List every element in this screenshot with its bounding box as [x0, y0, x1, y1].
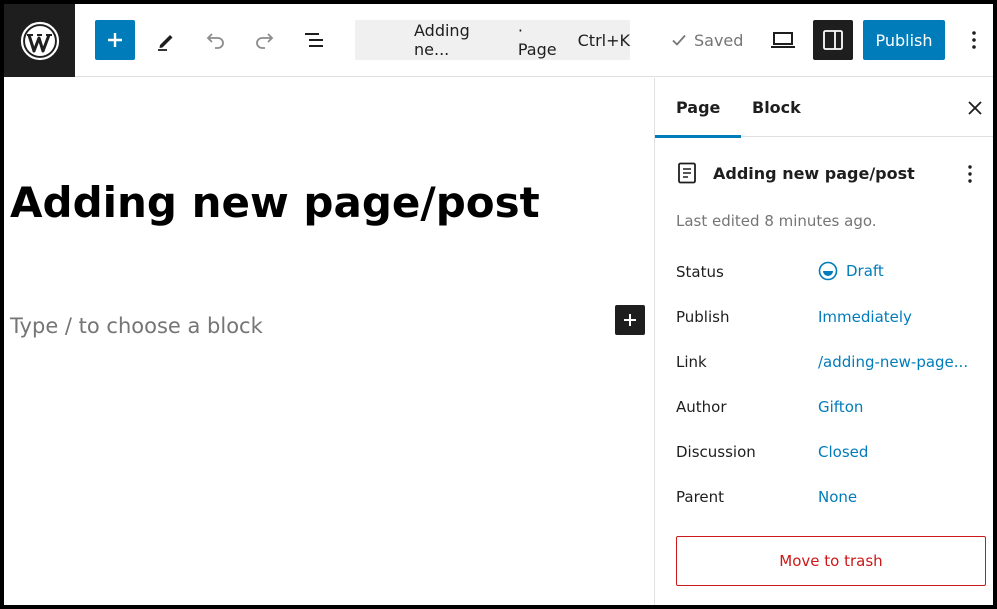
status-value[interactable]: Draft	[818, 261, 884, 281]
publish-value[interactable]: Immediately	[818, 308, 912, 326]
status-value-text: Draft	[846, 262, 884, 280]
summary-actions-button[interactable]	[960, 162, 980, 186]
desktop-icon	[771, 32, 795, 48]
document-title: Adding ne...	[414, 21, 470, 59]
inline-add-block-button[interactable]	[615, 305, 645, 335]
sidebar-tabs: Page Block	[654, 78, 993, 138]
page-icon	[678, 162, 696, 184]
editor-toolbar: Adding ne... · Page Ctrl+K Saved Publish	[4, 4, 993, 77]
move-to-trash-button[interactable]: Move to trash	[676, 536, 986, 586]
summary-title: Adding new page/post	[713, 163, 915, 183]
preview-button[interactable]	[765, 20, 801, 60]
last-edited-text: Last edited 8 minutes ago.	[676, 212, 877, 230]
document-type: · Page	[517, 21, 557, 59]
command-palette-bar[interactable]: Adding ne... · Page Ctrl+K	[355, 20, 630, 60]
editor-canvas: Adding new page/post Type / to choose a …	[4, 78, 654, 605]
close-icon	[968, 101, 982, 115]
post-title[interactable]: Adding new page/post	[10, 176, 540, 230]
author-label: Author	[676, 398, 727, 416]
pencil-icon	[158, 35, 173, 51]
check-icon	[672, 34, 686, 46]
saved-label: Saved	[694, 30, 744, 50]
list-view-icon	[305, 33, 323, 47]
undo-button[interactable]	[197, 20, 233, 60]
document-overview-button[interactable]	[297, 20, 333, 60]
author-value[interactable]: Gifton	[818, 398, 863, 416]
wordpress-logo-button[interactable]	[4, 4, 75, 77]
post-summary-header: Adding new page/post	[677, 162, 915, 184]
settings-sidebar: Page Block Adding new page/post Last edi…	[654, 78, 993, 605]
publish-label: Publish	[676, 308, 730, 326]
discussion-label: Discussion	[676, 443, 756, 461]
undo-icon	[206, 33, 224, 49]
status-label: Status	[676, 263, 724, 281]
shortcut-hint: Ctrl+K	[577, 30, 630, 50]
edit-tool-button[interactable]	[148, 20, 184, 60]
plus-icon	[624, 314, 636, 326]
publish-button[interactable]: Publish	[863, 20, 945, 60]
close-sidebar-button[interactable]	[964, 97, 986, 119]
link-value[interactable]: /adding-new-page...	[818, 353, 968, 371]
more-vertical-icon	[968, 165, 972, 183]
plus-icon	[108, 33, 122, 47]
discussion-value[interactable]: Closed	[818, 443, 868, 461]
block-placeholder[interactable]: Type / to choose a block	[10, 314, 263, 338]
block-inserter-button[interactable]	[95, 20, 135, 60]
tab-block[interactable]: Block	[752, 78, 801, 137]
options-menu-button[interactable]	[960, 20, 988, 60]
tab-page[interactable]: Page	[654, 78, 743, 138]
parent-label: Parent	[676, 488, 725, 506]
parent-value[interactable]: None	[818, 488, 857, 506]
wordpress-logo-icon	[20, 21, 59, 60]
redo-button[interactable]	[247, 20, 283, 60]
settings-toggle-button[interactable]	[813, 20, 853, 60]
sidebar-icon	[823, 30, 843, 50]
app-frame: Adding ne... · Page Ctrl+K Saved Publish	[0, 0, 997, 609]
more-vertical-icon	[972, 31, 976, 49]
saved-state: Saved	[670, 20, 743, 60]
redo-icon	[256, 33, 274, 49]
link-label: Link	[676, 353, 707, 371]
draft-status-icon	[818, 261, 838, 281]
